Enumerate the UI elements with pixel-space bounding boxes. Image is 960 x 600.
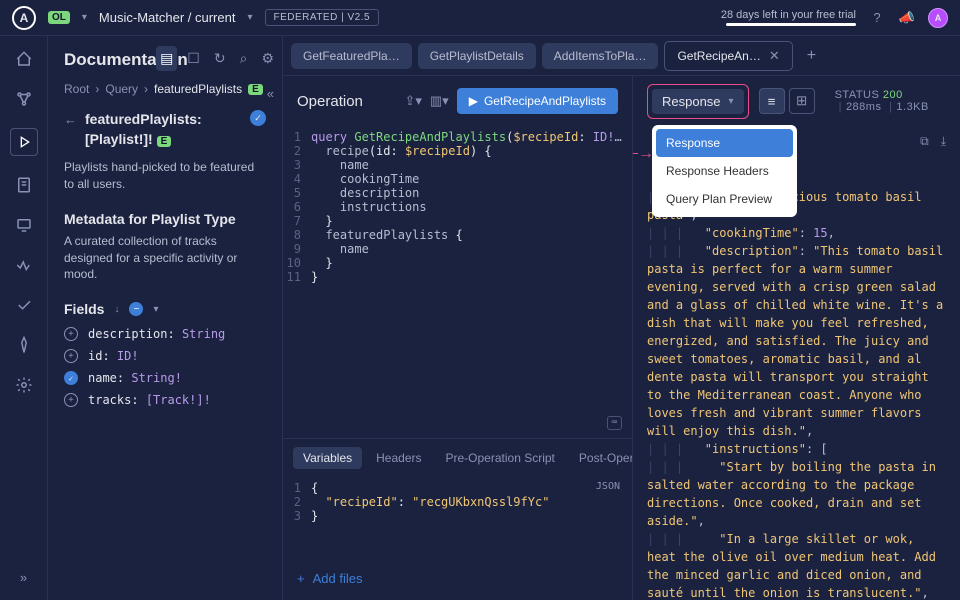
operation-tab[interactable]: GetFeaturedPla… bbox=[291, 43, 412, 69]
settings-icon[interactable]: ⚙ bbox=[261, 50, 274, 67]
project-selector[interactable]: Music-Matcher / current bbox=[99, 10, 236, 25]
federated-badge: FEDERATED | V2.5 bbox=[265, 9, 380, 26]
response-dropdown-menu: ResponseResponse HeadersQuery Plan Previ… bbox=[652, 125, 797, 217]
keyboard-hint: ⌨ bbox=[607, 416, 622, 430]
variables-tabs: VariablesHeadersPre-Operation ScriptPost… bbox=[283, 439, 632, 477]
field-item[interactable]: +description: String bbox=[64, 327, 266, 341]
checks-icon[interactable] bbox=[13, 294, 35, 316]
sort-icon[interactable]: ↓ bbox=[114, 304, 119, 315]
close-icon[interactable]: ✕ bbox=[769, 48, 780, 64]
type-signature: featuredPlaylists: [Playlist!]! E bbox=[85, 110, 242, 149]
field-item[interactable]: ✓name: String! bbox=[64, 371, 266, 385]
field-list: +description: String +id: ID! ✓name: Strin… bbox=[64, 327, 266, 407]
settings-icon[interactable] bbox=[13, 374, 35, 396]
org-badge[interactable]: OL bbox=[48, 11, 70, 24]
plus-icon[interactable]: + bbox=[64, 327, 78, 341]
back-arrow-icon[interactable]: ← bbox=[64, 112, 77, 127]
save-icon[interactable]: ▥▾ bbox=[430, 93, 449, 109]
field-item[interactable]: +tracks: [Track!]! bbox=[64, 393, 266, 407]
query-editor[interactable]: 1query GetRecipeAndPlaylists($recipeId: … bbox=[283, 126, 632, 438]
response-dropdown[interactable]: Response ▾ bbox=[652, 89, 744, 114]
field-item[interactable]: +id: ID! bbox=[64, 349, 266, 363]
copy-icon[interactable]: ⧉ bbox=[920, 132, 929, 150]
notification-icon[interactable]: 📣 bbox=[898, 9, 916, 27]
dropdown-item[interactable]: Response bbox=[656, 129, 793, 157]
share-icon[interactable]: ⇪▾ bbox=[404, 93, 421, 109]
explorer-icon[interactable] bbox=[10, 128, 38, 156]
variables-editor[interactable]: JSON 1{2 "recipeId": "recgUKbxnQssl9fYc"… bbox=[283, 477, 632, 557]
plus-icon[interactable]: + bbox=[64, 393, 78, 407]
response-dropdown-highlight: Response ▾ ResponseResponse HeadersQuery… bbox=[647, 84, 749, 119]
operation-pane: Operation ⇪▾ ▥▾ ▶ GetRecipeAndPlaylists … bbox=[283, 76, 633, 600]
add-files-button[interactable]: + Add files bbox=[283, 557, 632, 600]
bookmark-icon[interactable]: ☐ bbox=[187, 50, 200, 67]
apollo-logo[interactable]: A bbox=[12, 6, 36, 30]
trial-status: 28 days left in your free trial bbox=[721, 9, 856, 26]
run-button[interactable]: ▶ GetRecipeAndPlaylists bbox=[457, 88, 618, 114]
operation-tab[interactable]: GetRecipeAn…✕ bbox=[664, 41, 792, 71]
nav-rail: » bbox=[0, 36, 48, 600]
breadcrumbs: Root› Query› featuredPlaylists E bbox=[64, 82, 266, 96]
entity-badge: E bbox=[248, 84, 263, 95]
plus-icon[interactable]: + bbox=[64, 349, 78, 363]
graph-icon[interactable] bbox=[13, 88, 35, 110]
help-icon[interactable]: ? bbox=[868, 9, 886, 27]
download-icon[interactable]: ⤓ bbox=[941, 132, 946, 150]
collapse-sidebar-icon[interactable]: « bbox=[267, 86, 274, 101]
clients-icon[interactable] bbox=[13, 214, 35, 236]
chevron-down-icon[interactable]: ▾ bbox=[153, 304, 158, 315]
crumb-current: featuredPlaylists bbox=[154, 82, 242, 96]
operation-tabs: GetFeaturedPla…GetPlaylistDetailsAddItem… bbox=[283, 36, 960, 76]
insights-icon[interactable] bbox=[13, 254, 35, 276]
user-avatar[interactable]: A bbox=[928, 8, 948, 28]
home-icon[interactable] bbox=[13, 48, 35, 70]
chevron-down-icon[interactable]: ▾ bbox=[247, 12, 252, 23]
topbar: A OL ▾ Music-Matcher / current ▾ FEDERAT… bbox=[0, 0, 960, 36]
check-badge-icon[interactable]: ✓ bbox=[250, 110, 266, 126]
crumb-root[interactable]: Root bbox=[64, 82, 89, 96]
list-view-button[interactable]: ≡ bbox=[759, 88, 785, 114]
crumb-query[interactable]: Query bbox=[105, 82, 138, 96]
vars-tab[interactable]: Post-Operatio bbox=[569, 447, 632, 469]
operation-tab[interactable]: AddItemsToPla… bbox=[542, 43, 659, 69]
response-pane: Response ▾ ResponseResponse HeadersQuery… bbox=[633, 76, 960, 600]
chevron-down-icon[interactable]: ▾ bbox=[82, 12, 87, 23]
schema-icon[interactable] bbox=[13, 174, 35, 196]
operation-tab[interactable]: GetPlaylistDetails bbox=[418, 43, 536, 69]
dropdown-item[interactable]: Response Headers bbox=[656, 157, 793, 185]
collapse-fields-icon[interactable]: − bbox=[129, 302, 143, 316]
launches-icon[interactable] bbox=[13, 334, 35, 356]
table-view-button[interactable]: ⊞ bbox=[789, 88, 815, 114]
doc-icon[interactable]: ▤ bbox=[156, 46, 177, 71]
metadata-title: Metadata for Playlist Type bbox=[64, 211, 266, 227]
json-label: JSON bbox=[596, 481, 620, 492]
add-tab-button[interactable]: + bbox=[799, 47, 824, 65]
vars-tab[interactable]: Variables bbox=[293, 447, 362, 469]
vars-tab[interactable]: Pre-Operation Script bbox=[436, 447, 565, 469]
history-icon[interactable]: ↻ bbox=[214, 50, 226, 67]
search-icon[interactable]: ⌕ bbox=[240, 50, 248, 67]
metadata-description: A curated collection of tracks designed … bbox=[64, 233, 266, 283]
operation-title: Operation bbox=[297, 93, 396, 110]
response-status: STATUS 200 |288ms |1.3KB bbox=[835, 89, 946, 113]
fields-title: Fields bbox=[64, 301, 104, 317]
expand-icon[interactable]: » bbox=[13, 566, 35, 588]
vars-tab[interactable]: Headers bbox=[366, 447, 431, 469]
documentation-sidebar: ▤ ☐ ↻ ⌕ ⚙ « Documentation Root› Query› f… bbox=[48, 36, 283, 600]
check-icon: ✓ bbox=[64, 371, 78, 385]
dropdown-item[interactable]: Query Plan Preview bbox=[656, 185, 793, 213]
type-description: Playlists hand-picked to be featured to … bbox=[64, 159, 266, 193]
